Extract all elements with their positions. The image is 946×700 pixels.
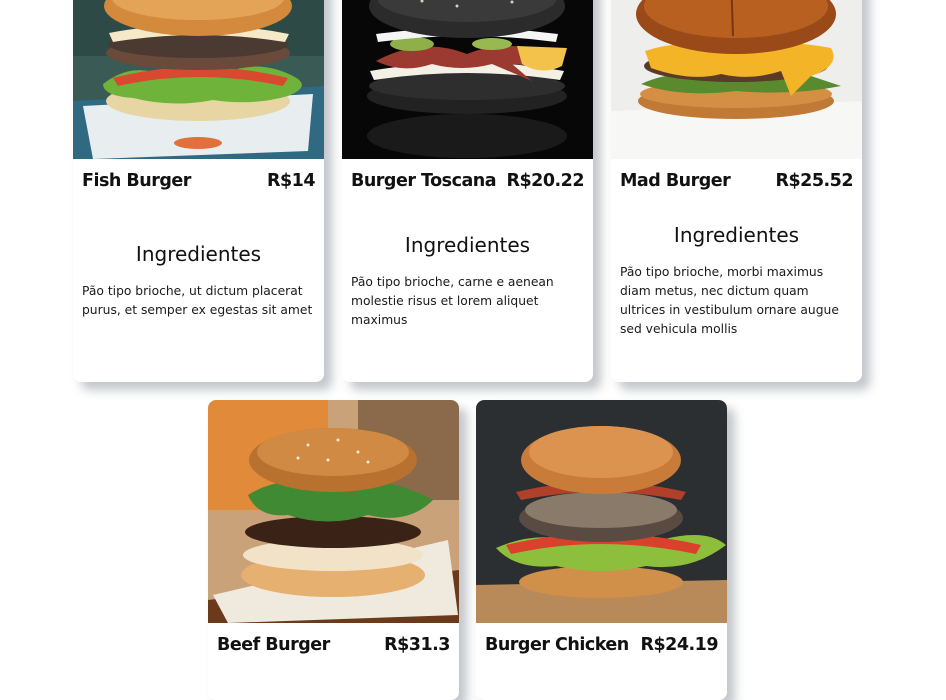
burger-name: Burger Toscana	[351, 171, 497, 191]
card-header: Mad Burger R$25.52	[611, 169, 862, 193]
burger-photo	[73, 0, 324, 159]
menu-card-beef-burger[interactable]: Beef Burger R$31.3	[208, 400, 459, 700]
ingredients-text: Pão tipo brioche, morbi maximus diam met…	[620, 265, 839, 336]
ingredients-section: Ingredientes Pão tipo brioche, morbi max…	[611, 192, 862, 382]
burger-photo	[208, 400, 459, 623]
card-header: Beef Burger R$31.3	[208, 633, 459, 657]
ingredients-title: Ingredientes	[135, 242, 262, 266]
ingredients-section: Ingredientes Pão tipo brioche, carne e a…	[342, 192, 593, 382]
burger-price: R$25.52	[775, 171, 853, 191]
card-header: Fish Burger R$14	[73, 169, 324, 193]
menu-card-fish-burger[interactable]: Fish Burger R$14 Ingredientes Pão tipo b…	[73, 0, 324, 382]
burger-name: Fish Burger	[82, 171, 191, 191]
burger-photo	[476, 400, 727, 623]
ingredients-title: Ingredientes	[673, 223, 800, 247]
burger-price: R$24.19	[640, 635, 718, 655]
burger-name: Burger Chicken	[485, 635, 629, 655]
menu-card-burger-toscana[interactable]: Burger Toscana R$20.22 Ingredientes Pão …	[342, 0, 593, 382]
burger-price: R$14	[266, 171, 316, 191]
ingredients-text: Pão tipo brioche, ut dictum placerat pur…	[82, 284, 313, 317]
menu-card-mad-burger[interactable]: Mad Burger R$25.52 Ingredientes Pão tipo…	[611, 0, 862, 382]
burger-photo	[611, 0, 862, 159]
menu-card-burger-chicken[interactable]: Burger Chicken R$24.19	[476, 400, 727, 700]
burger-name: Mad Burger	[620, 171, 731, 191]
burger-photo	[342, 0, 593, 159]
burger-price: R$20.22	[506, 171, 584, 191]
ingredients-section: Ingredientes Pão tipo brioche, ut dictum…	[73, 192, 324, 382]
ingredients-title: Ingredientes	[404, 232, 531, 257]
burger-name: Beef Burger	[217, 635, 330, 655]
card-header: Burger Toscana R$20.22	[342, 169, 593, 193]
card-header: Burger Chicken R$24.19	[476, 633, 727, 657]
ingredients-text: Pão tipo brioche, carne e aenean molesti…	[351, 274, 554, 327]
burger-price: R$31.3	[384, 635, 450, 655]
